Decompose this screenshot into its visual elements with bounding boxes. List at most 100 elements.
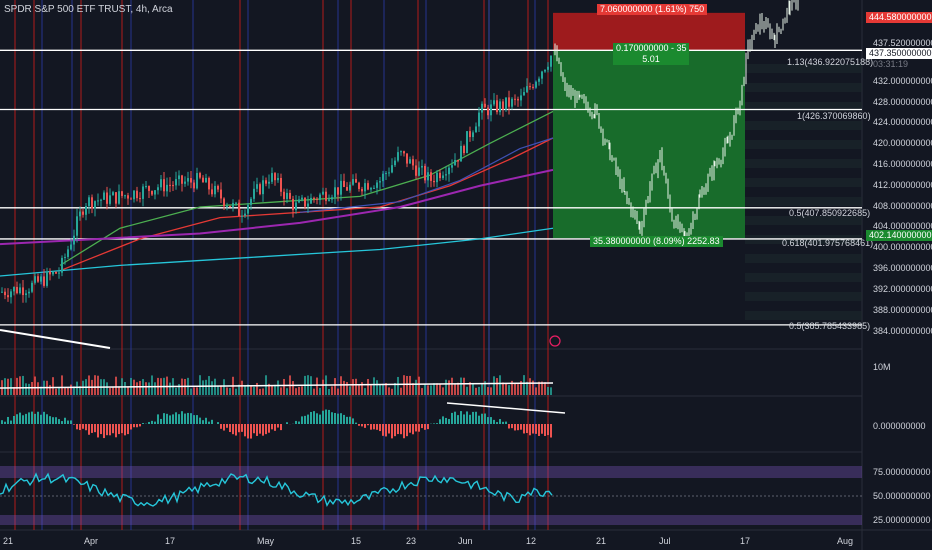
candle-body bbox=[370, 188, 372, 190]
candle-body bbox=[151, 190, 153, 195]
candle-body bbox=[376, 182, 378, 188]
macd-bar bbox=[343, 414, 345, 424]
candle-body bbox=[340, 180, 342, 195]
candle-body bbox=[352, 179, 354, 185]
candle-body bbox=[226, 205, 228, 207]
volume-bar bbox=[262, 388, 264, 395]
macd-bar bbox=[97, 424, 99, 438]
macd-bar bbox=[301, 416, 303, 424]
volume-bar bbox=[352, 379, 354, 395]
macd-bar bbox=[280, 424, 282, 431]
candle-body bbox=[217, 185, 219, 190]
time-label-apr: Apr bbox=[84, 536, 99, 546]
candle-body bbox=[49, 271, 51, 275]
candle-body bbox=[508, 97, 510, 107]
macd-bar bbox=[442, 416, 444, 424]
volume-bar bbox=[4, 378, 6, 395]
macd-bar bbox=[10, 420, 12, 424]
price-label-412: 412.000000000 bbox=[873, 180, 932, 190]
candle-body bbox=[232, 202, 234, 208]
volume-bar bbox=[505, 383, 507, 395]
price-label-420: 420.000000000 bbox=[873, 138, 932, 148]
macd-bar bbox=[547, 424, 549, 436]
rsi-label-75: 75.000000000 bbox=[873, 467, 931, 477]
volume-bar bbox=[487, 387, 489, 395]
zone-band bbox=[745, 197, 862, 206]
candle-body bbox=[127, 195, 129, 199]
candle-body bbox=[193, 182, 195, 189]
zone-band bbox=[745, 121, 862, 130]
candle-body bbox=[514, 98, 516, 100]
volume-bar bbox=[28, 383, 30, 395]
candle-body bbox=[286, 192, 288, 199]
candle-body bbox=[13, 286, 15, 292]
macd-bar bbox=[70, 420, 72, 424]
macd-bar bbox=[325, 409, 327, 424]
candle-body bbox=[301, 197, 303, 200]
macd-bar bbox=[7, 416, 9, 424]
macd-bar bbox=[529, 424, 531, 436]
price-label-400: 400.000000000 bbox=[873, 242, 932, 252]
candle-body bbox=[445, 174, 447, 176]
volume-bar bbox=[409, 375, 411, 395]
fib-label-1: 1.13(436.922075188) bbox=[787, 57, 874, 67]
candle-body bbox=[190, 178, 192, 183]
macd-bar bbox=[19, 412, 21, 424]
candle-body bbox=[463, 145, 465, 154]
volume-bar bbox=[16, 377, 18, 395]
macd-bar bbox=[409, 424, 411, 433]
volume-bar bbox=[421, 388, 423, 395]
candle-body bbox=[118, 191, 120, 204]
candle-body bbox=[148, 186, 150, 191]
volume-bar bbox=[535, 387, 537, 395]
macd-bar bbox=[319, 414, 321, 424]
macd-bar bbox=[217, 422, 219, 424]
macd-bar bbox=[448, 419, 450, 424]
macd-bar bbox=[205, 417, 207, 424]
candle-body bbox=[178, 175, 180, 180]
candle-body bbox=[436, 172, 438, 183]
volume-bar bbox=[463, 377, 465, 395]
volume-bar bbox=[64, 387, 66, 395]
volume-bar bbox=[388, 387, 390, 395]
candle-body bbox=[496, 100, 498, 113]
candle-body bbox=[46, 271, 48, 286]
volume-bar bbox=[454, 384, 456, 395]
volume-bar bbox=[193, 387, 195, 395]
volume-bar bbox=[544, 382, 546, 395]
volume-bar bbox=[67, 387, 69, 395]
price-label-stop: 444.580000000 bbox=[866, 12, 932, 23]
candle-body bbox=[334, 187, 336, 198]
macd-bar bbox=[139, 424, 141, 427]
zone-band bbox=[745, 140, 862, 149]
candle-body bbox=[418, 167, 420, 176]
volume-bar bbox=[70, 384, 72, 395]
candle-body bbox=[541, 71, 543, 79]
candle-body bbox=[187, 178, 189, 182]
candle-body bbox=[532, 86, 534, 88]
macd-bar bbox=[397, 424, 399, 435]
volume-bar bbox=[319, 387, 321, 395]
macd-bar bbox=[142, 423, 144, 424]
replay-marker-icon bbox=[549, 335, 561, 347]
volume-bar bbox=[451, 377, 453, 395]
trading-chart[interactable] bbox=[0, 0, 932, 550]
candle-body bbox=[403, 151, 405, 154]
zone-band bbox=[745, 254, 862, 263]
candle-body bbox=[460, 145, 462, 162]
macd-bar bbox=[433, 423, 435, 424]
macd-bar bbox=[115, 424, 117, 438]
macd-bar bbox=[439, 419, 441, 424]
macd-bar bbox=[550, 424, 552, 438]
macd-bar bbox=[85, 424, 87, 431]
volume-bar bbox=[52, 377, 54, 395]
volume-bar bbox=[127, 387, 129, 395]
candle-body bbox=[535, 81, 537, 88]
volume-bar bbox=[118, 387, 120, 395]
volume-bar bbox=[217, 386, 219, 395]
volume-bar bbox=[448, 380, 450, 395]
volume-bar bbox=[478, 386, 480, 395]
volume-bar bbox=[253, 386, 255, 395]
time-label-17b: 17 bbox=[740, 536, 751, 546]
macd-bar bbox=[232, 424, 234, 435]
